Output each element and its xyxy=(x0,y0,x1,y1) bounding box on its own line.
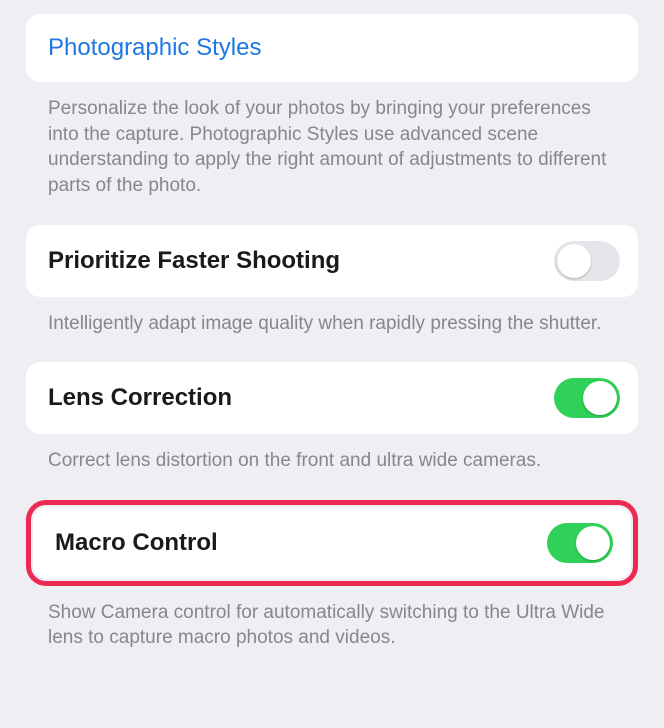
macro-control-description: Show Camera control for automatically sw… xyxy=(26,586,638,651)
lens-correction-toggle[interactable] xyxy=(554,378,620,418)
toggle-knob xyxy=(576,526,610,560)
lens-correction-row: Lens Correction xyxy=(26,362,638,434)
macro-control-toggle[interactable] xyxy=(547,523,613,563)
macro-control-title: Macro Control xyxy=(55,529,218,557)
toggle-knob xyxy=(583,381,617,415)
lens-correction-title: Lens Correction xyxy=(48,384,232,412)
prioritize-faster-shooting-toggle[interactable] xyxy=(554,241,620,281)
photographic-styles-description: Personalize the look of your photos by b… xyxy=(26,82,638,199)
section-macro-control: Macro Control Show Camera control for au… xyxy=(26,500,638,651)
macro-control-row: Macro Control xyxy=(33,507,631,579)
section-prioritize-faster-shooting: Prioritize Faster Shooting Intelligently… xyxy=(26,225,638,337)
photographic-styles-title: Photographic Styles xyxy=(48,34,616,62)
section-lens-correction: Lens Correction Correct lens distortion … xyxy=(26,362,638,474)
photographic-styles-row[interactable]: Photographic Styles xyxy=(26,14,638,82)
prioritize-faster-shooting-description: Intelligently adapt image quality when r… xyxy=(26,297,638,337)
macro-control-highlight: Macro Control xyxy=(26,500,638,586)
lens-correction-description: Correct lens distortion on the front and… xyxy=(26,434,638,474)
section-photographic-styles: Photographic Styles Personalize the look… xyxy=(26,14,638,199)
prioritize-faster-shooting-row: Prioritize Faster Shooting xyxy=(26,225,638,297)
toggle-knob xyxy=(557,244,591,278)
prioritize-faster-shooting-title: Prioritize Faster Shooting xyxy=(48,247,340,275)
